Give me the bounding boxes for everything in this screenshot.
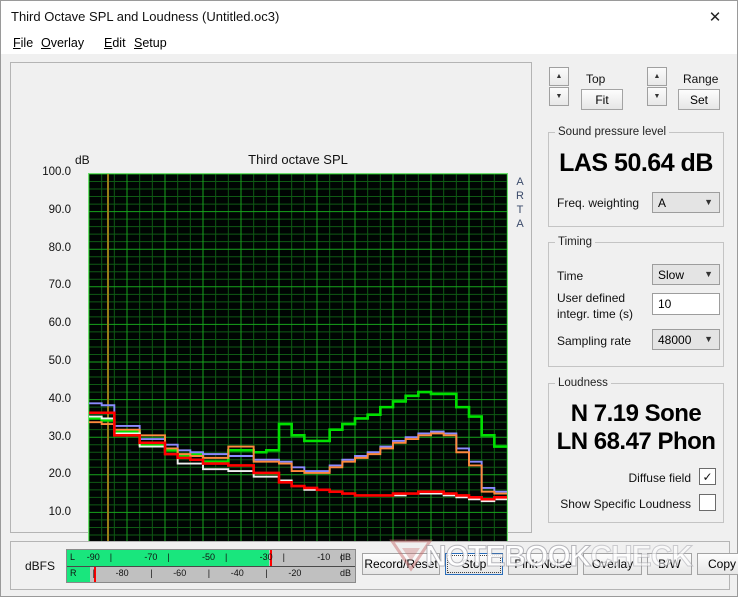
meter-tick: -60 — [173, 568, 187, 578]
right-unit-label: dB — [339, 568, 351, 578]
top-spinner-up-icon[interactable]: ▲ — [549, 67, 569, 86]
left-channel-label: L — [70, 552, 76, 562]
meter-tickmark: | — [225, 552, 228, 562]
loudness-group: Loudness N 7.19 Sone LN 68.47 Phon Diffu… — [548, 377, 724, 523]
series-red — [89, 411, 507, 501]
loudness-sone-value: N 7.19 Sone — [570, 400, 702, 427]
series-green — [89, 390, 507, 463]
freq-weighting-select-wrap[interactable]: ABCZ ▼ — [652, 192, 720, 213]
sound-pressure-level-group: Sound pressure level LAS 50.64 dB Freq. … — [548, 126, 724, 227]
meter-tickmark: | — [167, 552, 170, 562]
y-axis-tick: 70.0 — [48, 279, 71, 292]
meter-tick: -20 — [288, 568, 302, 578]
spl-value: LAS 50.64 dB — [559, 149, 713, 177]
y-axis-tick: 80.0 — [48, 241, 71, 254]
time-select[interactable]: FastSlowImpulseUser defined — [652, 264, 720, 285]
time-label: Time — [557, 269, 584, 283]
meter-tickmark: | — [92, 568, 95, 578]
arta-watermark: ARTA — [516, 176, 524, 230]
integr-time-label-2: integr. time (s) — [557, 307, 634, 321]
y-axis-tick: 60.0 — [48, 317, 71, 330]
left-unit-label: dB — [339, 552, 351, 562]
bottom-toolbar: dBFS L -90 | -70 | -50 | -30 | -10 | dB R -80 | -60… — [10, 541, 738, 590]
meter-tickmark: | — [150, 568, 153, 578]
button-overlay[interactable]: Overlay — [583, 553, 642, 575]
range-spinner[interactable]: ▲ ▼ — [647, 67, 667, 107]
dbfs-label: dBFS — [25, 559, 56, 573]
meter-tick: -30 — [259, 552, 273, 562]
sampling-rate-label: Sampling rate — [557, 334, 632, 348]
spl-plot[interactable] — [88, 173, 508, 551]
range-set-button[interactable]: Set — [678, 89, 720, 110]
freq-weighting-label: Freq. weighting — [557, 196, 640, 210]
meter-tickmark: | — [109, 552, 113, 562]
top-label: Top — [586, 72, 606, 86]
show-specific-loudness-label: Show Specific Loudness — [560, 497, 691, 511]
loudness-group-title: Loudness — [555, 377, 611, 389]
range-spinner-down-icon[interactable]: ▼ — [647, 87, 667, 106]
freq-weighting-select[interactable]: ABCZ — [652, 192, 720, 213]
level-meter: L -90 | -70 | -50 | -30 | -10 | dB R -80 | -60 | -40 |… — [66, 549, 356, 583]
integr-time-label-1: User defined — [557, 291, 626, 305]
menu-item-edit[interactable]: Edit — [101, 35, 129, 51]
top-fit-button[interactable]: Fit — [581, 89, 623, 110]
y-axis-tick: 100.0 — [42, 166, 71, 178]
time-select-wrap[interactable]: FastSlowImpulseUser defined ▼ — [652, 264, 720, 285]
spl-group-title: Sound pressure level — [555, 126, 670, 138]
meter-tick: -50 — [202, 552, 216, 562]
level-meter-right-row: R -80 | -60 | -40 | -20 | dB — [67, 567, 355, 582]
meter-tick: -80 — [115, 568, 129, 578]
top-spinner[interactable]: ▲ ▼ — [549, 67, 569, 107]
button-copy[interactable]: Copy — [697, 553, 738, 575]
meter-tick: -90 — [86, 552, 100, 562]
meter-tick: -10 — [317, 552, 331, 562]
y-axis-tick: 40.0 — [48, 392, 71, 405]
button-pink-noise[interactable]: Pink Noise — [508, 553, 578, 575]
menu-item-file[interactable]: File — [10, 35, 36, 51]
sampling-rate-select-wrap[interactable]: 441004800096000 ▼ — [652, 329, 720, 350]
y-axis-tick: 90.0 — [48, 203, 71, 216]
meter-tickmark: | — [282, 552, 285, 562]
series-orange — [89, 421, 507, 495]
integr-time-input[interactable] — [652, 293, 720, 315]
top-spinner-down-icon[interactable]: ▼ — [549, 87, 569, 106]
range-label: Range — [683, 72, 719, 86]
spl-plot-svg — [89, 174, 507, 550]
y-axis-tick: 50.0 — [48, 355, 71, 367]
timing-group: Timing Time FastSlowImpulseUser defined … — [548, 236, 724, 367]
meter-tick: -40 — [230, 568, 244, 578]
menu-item-setup[interactable]: Setup — [131, 35, 170, 51]
title-bar: Third Octave SPL and Loudness (Untitled.… — [1, 1, 737, 33]
y-axis-tick: 30.0 — [48, 430, 71, 443]
button-b-w[interactable]: B/W — [647, 553, 692, 575]
button-stop[interactable]: Stop — [445, 553, 503, 575]
meter-tickmark: | — [265, 568, 268, 578]
menu-item-overlay[interactable]: Overlay — [38, 35, 87, 51]
timing-group-title: Timing — [555, 236, 596, 248]
graph-panel: dB Third octave SPL ARTA 0.010.020.030.0… — [10, 62, 532, 586]
level-meter-left-row: L -90 | -70 | -50 | -30 | -10 | dB — [67, 550, 355, 567]
window-title: Third Octave SPL and Loudness (Untitled.… — [11, 9, 280, 24]
diffuse-field-label: Diffuse field — [628, 471, 691, 485]
close-icon[interactable]: ✕ — [693, 1, 737, 32]
show-specific-loudness-checkbox[interactable] — [699, 494, 716, 511]
sampling-rate-select[interactable]: 441004800096000 — [652, 329, 720, 350]
button-record-reset[interactable]: Record/Reset — [362, 553, 440, 575]
y-axis-tick: 20.0 — [48, 468, 71, 481]
meter-tick: -70 — [144, 552, 158, 562]
menu-bar: File Overlay Edit Setup — [1, 32, 737, 54]
application-window: Third Octave SPL and Loudness (Untitled.… — [0, 0, 738, 597]
diffuse-field-checkbox[interactable]: ✓ — [699, 468, 716, 485]
range-spinner-up-icon[interactable]: ▲ — [647, 67, 667, 86]
y-axis-tick: 10.0 — [48, 506, 71, 519]
right-channel-label: R — [70, 568, 77, 578]
loudness-phon-value: LN 68.47 Phon — [556, 428, 716, 455]
chart-title: Third octave SPL — [248, 152, 348, 167]
meter-tickmark: | — [207, 568, 211, 578]
